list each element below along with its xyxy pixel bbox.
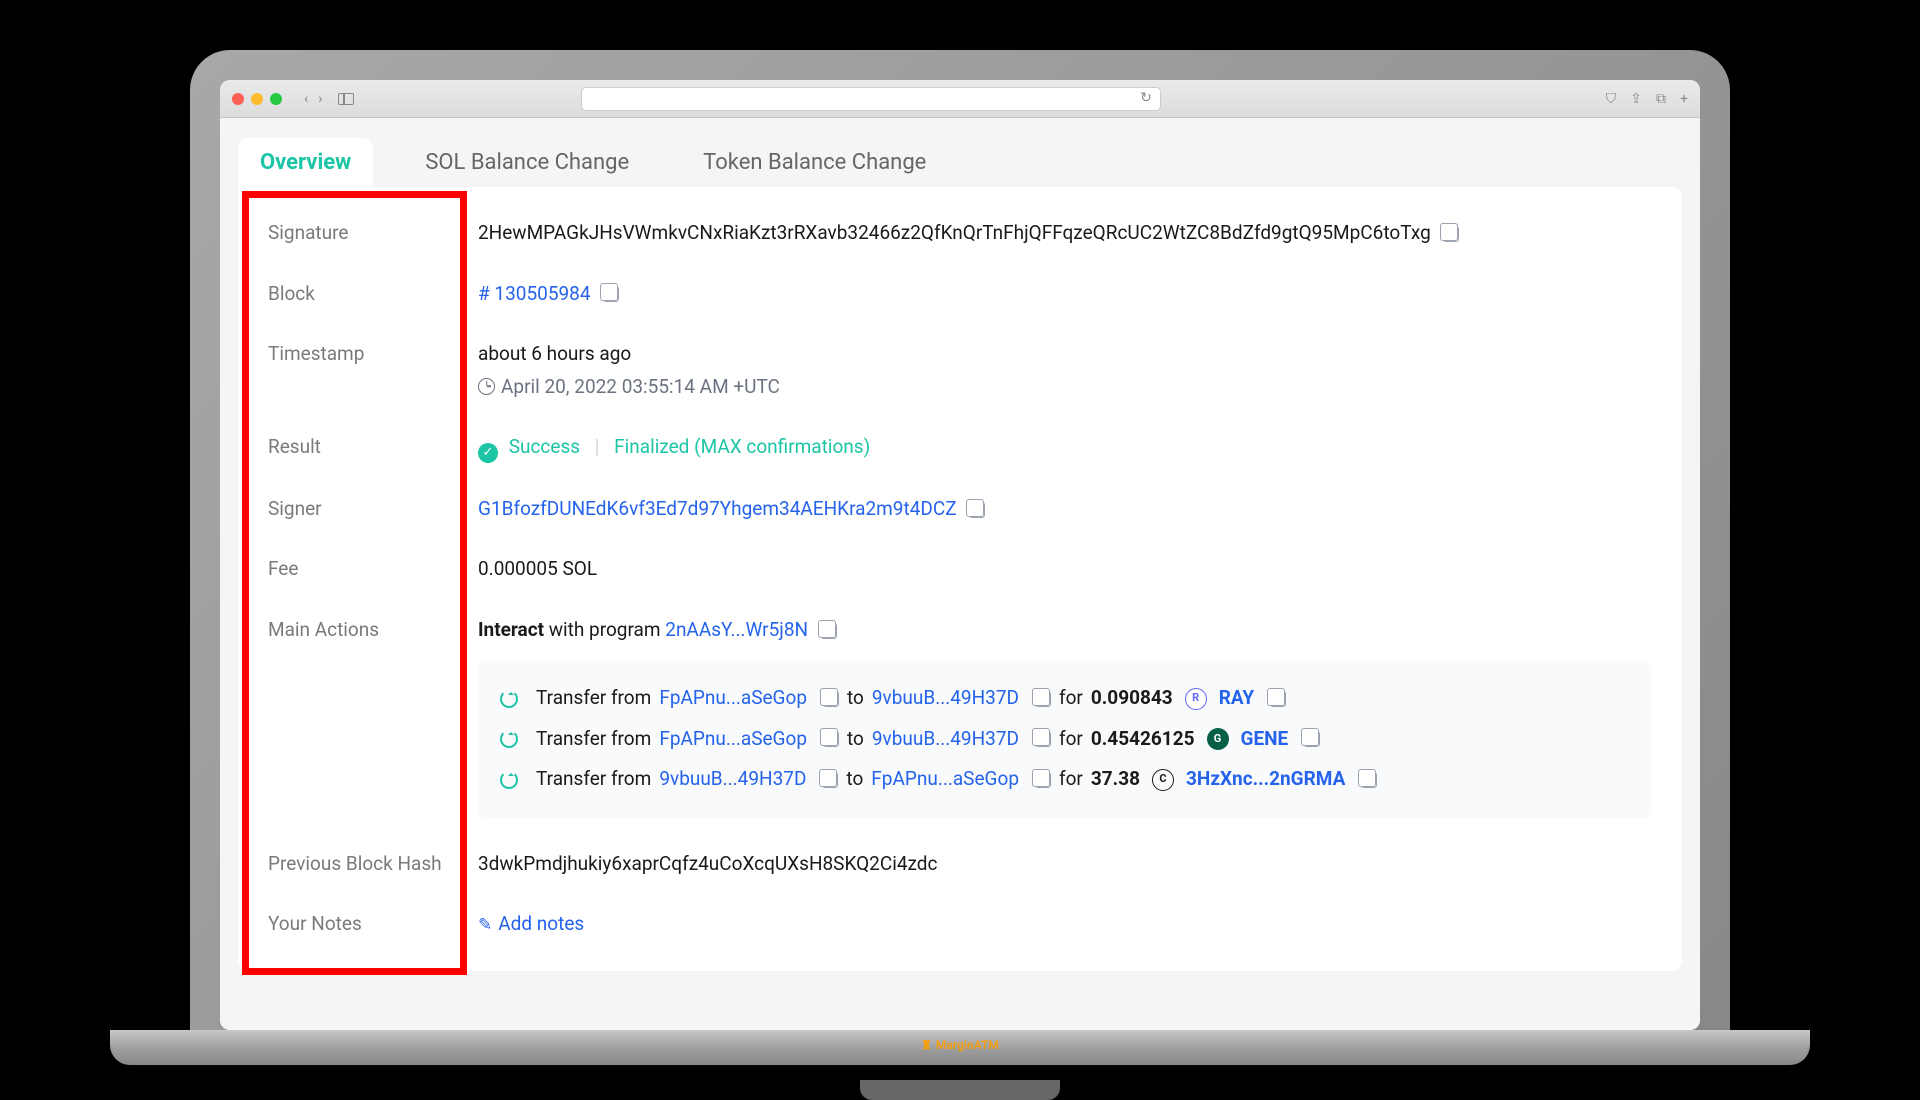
from-address-link[interactable]: 9vbuuB...49H37D bbox=[659, 765, 806, 794]
token-icon: G bbox=[1207, 728, 1229, 750]
label-your-notes: Your Notes bbox=[268, 910, 478, 939]
value-signature: 2HewMPAGkJHsVWmkvCNxRiaKzt3rRXavb32466z2… bbox=[478, 219, 1652, 248]
signer-link[interactable]: G1BfozfDUNEdK6vf3Ed7d97Yhgem34AEHKra2m9t… bbox=[478, 497, 957, 520]
copy-icon[interactable] bbox=[823, 731, 839, 747]
copy-icon[interactable] bbox=[603, 286, 619, 302]
copy-icon[interactable] bbox=[822, 772, 838, 788]
transfer-row: Transfer from FpAPnu...aSeGop to 9vbuuB.… bbox=[500, 678, 1630, 719]
transfer-amount: 37.38 bbox=[1091, 765, 1140, 794]
from-address-link[interactable]: FpAPnu...aSeGop bbox=[659, 684, 807, 713]
detail-panel: Signature 2HewMPAGkJHsVWmkvCNxRiaKzt3rRX… bbox=[238, 187, 1682, 971]
transfer-icon bbox=[500, 730, 518, 748]
tab-token-balance[interactable]: Token Balance Change bbox=[681, 138, 948, 187]
maximize-icon[interactable] bbox=[270, 93, 282, 105]
copy-icon[interactable] bbox=[1035, 731, 1051, 747]
transfer-icon bbox=[500, 771, 518, 789]
copy-icon[interactable] bbox=[823, 691, 839, 707]
copy-icon[interactable] bbox=[821, 623, 837, 639]
clock-icon bbox=[478, 378, 495, 395]
transfer-row: Transfer from 9vbuuB...49H37D to FpAPnu.… bbox=[500, 759, 1630, 800]
url-bar[interactable] bbox=[581, 87, 1161, 111]
nav-arrows[interactable]: ‹ › bbox=[300, 89, 326, 109]
new-tab-icon[interactable]: + bbox=[1680, 91, 1688, 107]
success-check-icon: ✓ bbox=[478, 443, 498, 463]
tab-bar: Overview SOL Balance Change Token Balanc… bbox=[220, 118, 1700, 187]
label-block: Block bbox=[268, 280, 478, 309]
token-link[interactable]: 3HzXnc...2nGRMA bbox=[1186, 765, 1345, 794]
result-finalized: Finalized (MAX confirmations) bbox=[614, 435, 870, 458]
browser-toolbar: ‹ › ⛉ ⇪ ⧉ + bbox=[220, 80, 1700, 118]
result-status: Success bbox=[509, 435, 580, 458]
token-icon: C bbox=[1152, 769, 1174, 791]
brand-watermark: MarginATM bbox=[921, 1038, 999, 1052]
close-icon[interactable] bbox=[232, 93, 244, 105]
to-address-link[interactable]: 9vbuuB...49H37D bbox=[872, 725, 1019, 754]
back-icon[interactable]: ‹ bbox=[300, 89, 312, 109]
copy-icon[interactable] bbox=[1035, 772, 1051, 788]
copy-icon[interactable] bbox=[1035, 691, 1051, 707]
tab-sol-balance[interactable]: SOL Balance Change bbox=[403, 138, 651, 187]
token-link[interactable]: RAY bbox=[1219, 684, 1254, 713]
token-link[interactable]: GENE bbox=[1241, 725, 1289, 754]
tab-overview[interactable]: Overview bbox=[238, 138, 373, 187]
program-link[interactable]: 2nAAsY...Wr5j8N bbox=[665, 618, 808, 641]
label-prev-block-hash: Previous Block Hash bbox=[268, 850, 478, 879]
block-link[interactable]: # 130505984 bbox=[478, 282, 591, 305]
copy-icon[interactable] bbox=[969, 502, 985, 518]
value-prev-block-hash: 3dwkPmdjhukiy6xaprCqfz4uCoXcqUXsH8SKQ2Ci… bbox=[478, 850, 1652, 879]
label-timestamp: Timestamp bbox=[268, 340, 478, 401]
transfer-amount: 0.090843 bbox=[1091, 684, 1173, 713]
label-signer: Signer bbox=[268, 495, 478, 524]
timestamp-absolute: April 20, 2022 03:55:14 AM +UTC bbox=[501, 375, 780, 398]
transfer-row: Transfer from FpAPnu...aSeGop to 9vbuuB.… bbox=[500, 719, 1630, 760]
from-address-link[interactable]: FpAPnu...aSeGop bbox=[659, 725, 807, 754]
sidebar-toggle-icon[interactable] bbox=[338, 93, 354, 105]
transfer-amount: 0.45426125 bbox=[1091, 725, 1195, 754]
share-icon[interactable]: ⇪ bbox=[1630, 91, 1642, 107]
label-result: Result bbox=[268, 433, 478, 463]
to-address-link[interactable]: 9vbuuB...49H37D bbox=[872, 684, 1019, 713]
tabs-icon[interactable]: ⧉ bbox=[1656, 91, 1666, 107]
label-main-actions: Main Actions bbox=[268, 616, 478, 818]
copy-icon[interactable] bbox=[1304, 731, 1320, 747]
copy-icon[interactable] bbox=[1443, 226, 1459, 242]
token-icon: R bbox=[1185, 688, 1207, 710]
copy-icon[interactable] bbox=[1270, 691, 1286, 707]
to-address-link[interactable]: FpAPnu...aSeGop bbox=[871, 765, 1019, 794]
transfers-list: Transfer from FpAPnu...aSeGop to 9vbuuB.… bbox=[478, 660, 1652, 818]
add-notes-button[interactable]: ✎Add notes bbox=[478, 912, 584, 935]
label-signature: Signature bbox=[268, 219, 478, 248]
window-controls[interactable] bbox=[232, 93, 282, 105]
minimize-icon[interactable] bbox=[251, 93, 263, 105]
forward-icon[interactable]: › bbox=[314, 89, 326, 109]
label-fee: Fee bbox=[268, 555, 478, 584]
edit-icon: ✎ bbox=[478, 915, 492, 935]
shield-icon[interactable]: ⛉ bbox=[1606, 91, 1617, 107]
timestamp-relative: about 6 hours ago bbox=[478, 340, 1652, 369]
transfer-icon bbox=[500, 690, 518, 708]
value-fee: 0.000005 SOL bbox=[478, 555, 1652, 584]
copy-icon[interactable] bbox=[1361, 772, 1377, 788]
